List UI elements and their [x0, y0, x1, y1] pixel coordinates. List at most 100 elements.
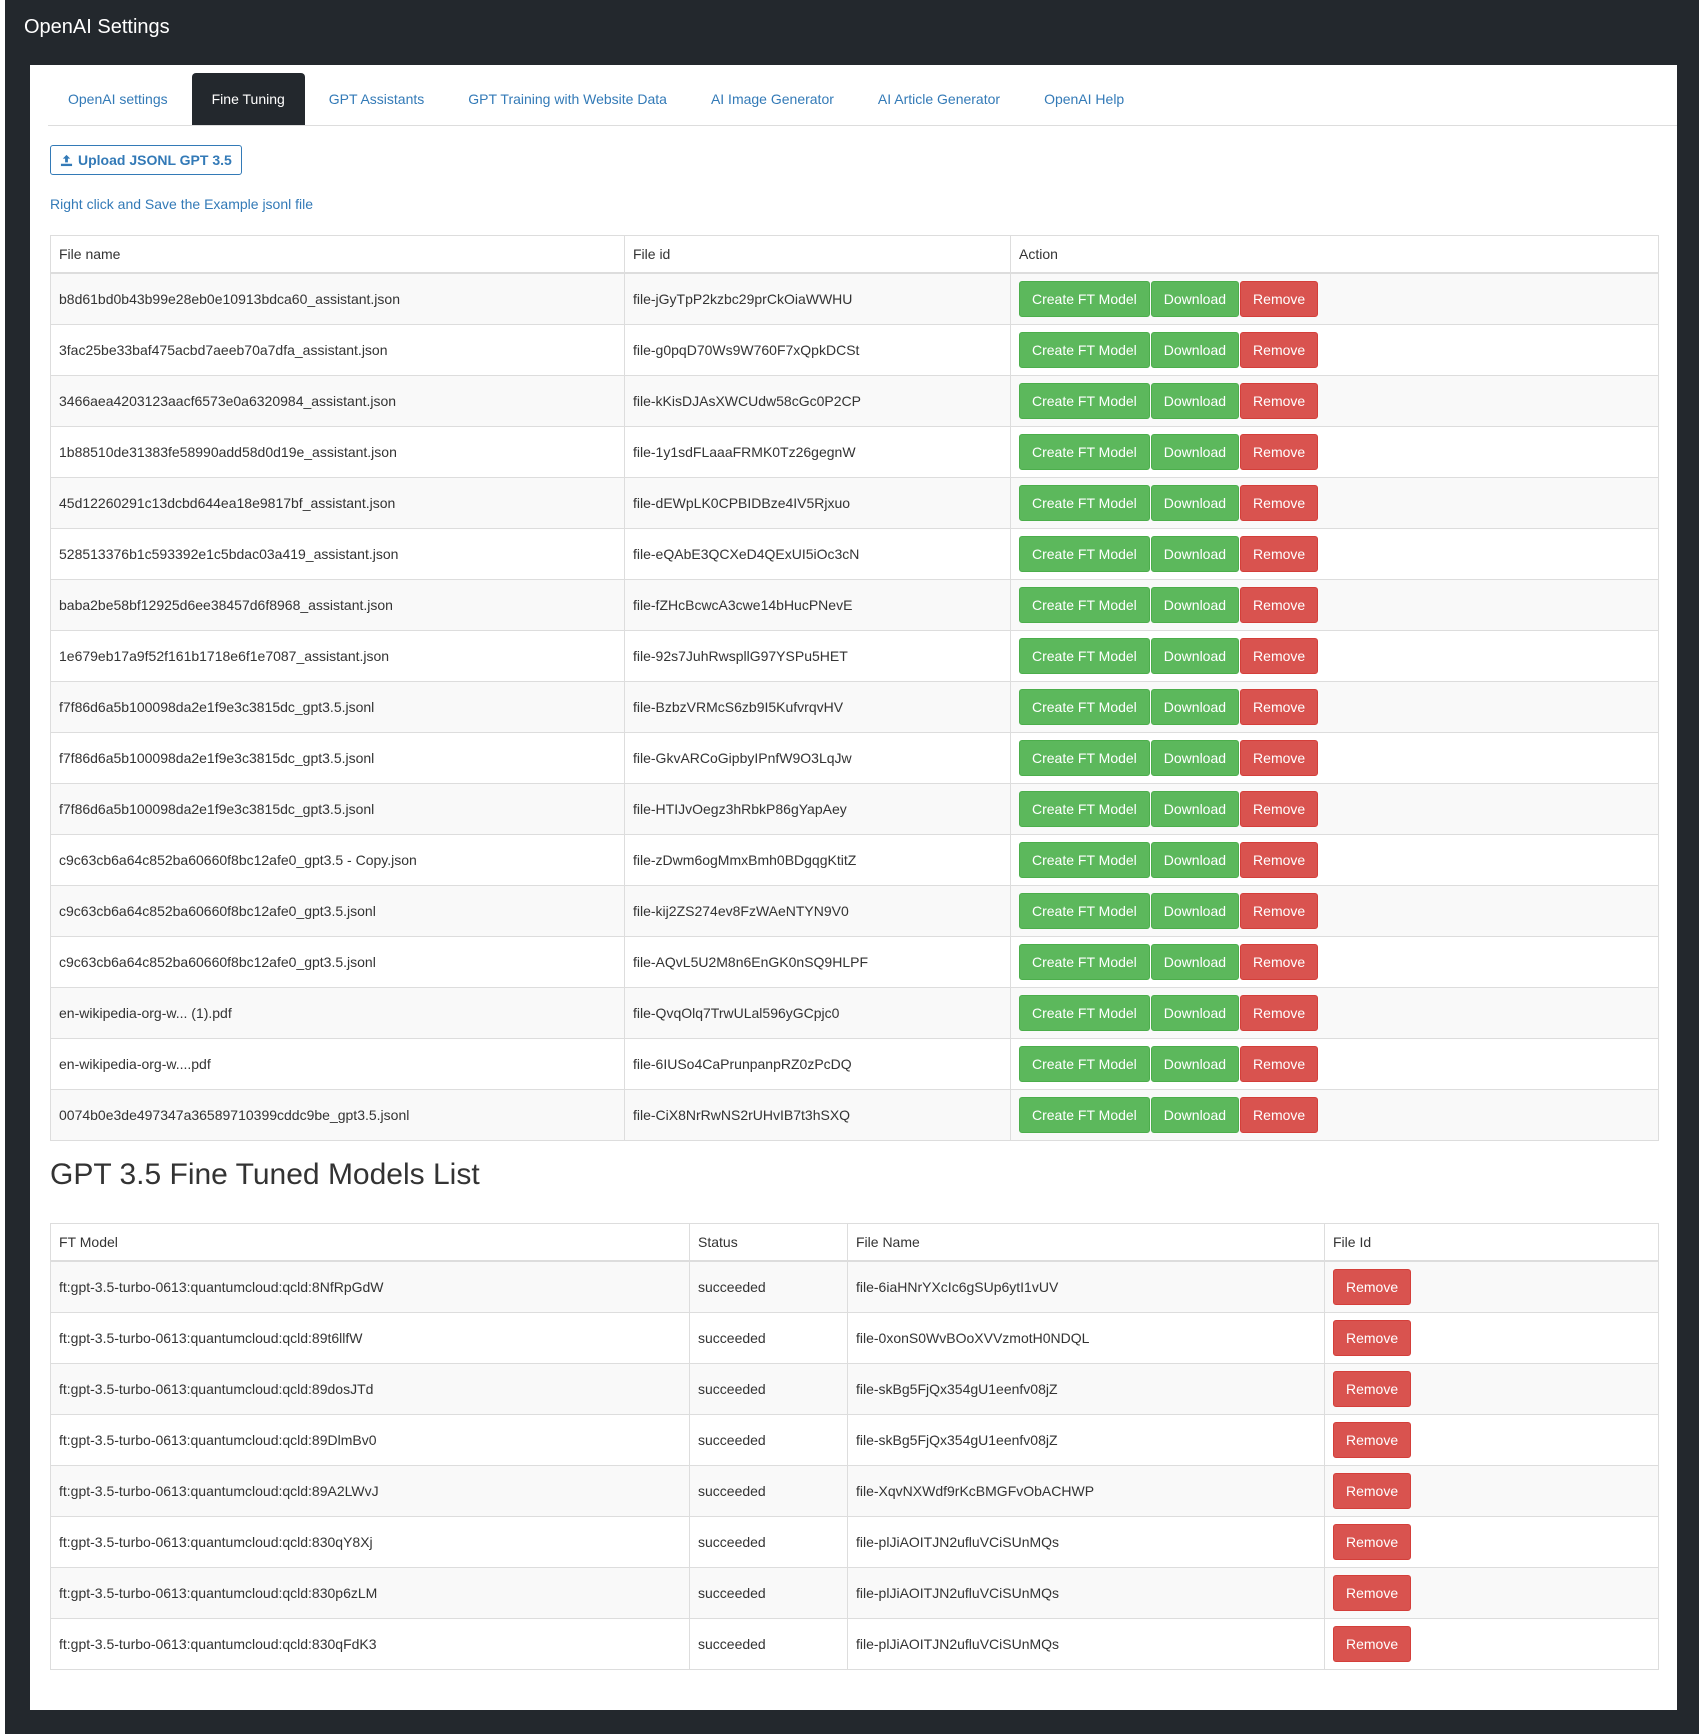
remove-button[interactable]: Remove — [1240, 434, 1319, 470]
remove-button[interactable]: Remove — [1240, 893, 1319, 929]
download-button[interactable]: Download — [1150, 689, 1240, 725]
download-button[interactable]: Download — [1150, 332, 1240, 368]
file-name-cell: file-XqvNXWdf9rKcBMGFvObACHWP — [847, 1465, 1325, 1517]
remove-model-button[interactable]: Remove — [1333, 1320, 1412, 1356]
remove-model-button[interactable]: Remove — [1333, 1626, 1412, 1662]
remove-button[interactable]: Remove — [1240, 689, 1319, 725]
remove-button[interactable]: Remove — [1240, 587, 1319, 623]
remove-button[interactable]: Remove — [1240, 740, 1319, 776]
file-row: 1e679eb17a9f52f161b1718e6f1e7087_assista… — [50, 630, 1659, 682]
column-header-ft-model: FT Model — [50, 1223, 690, 1262]
create-ft-model-button[interactable]: Create FT Model — [1019, 332, 1150, 368]
create-ft-model-button[interactable]: Create FT Model — [1019, 893, 1150, 929]
file-id-cell: Remove — [1324, 1414, 1659, 1466]
settings-panel: OpenAI settings Fine Tuning GPT Assistants… — [30, 65, 1677, 1710]
download-button[interactable]: Download — [1150, 536, 1240, 572]
tab-ai-image-generator[interactable]: AI Image Generator — [691, 73, 854, 125]
create-ft-model-button[interactable]: Create FT Model — [1019, 791, 1150, 827]
file-name-cell: baba2be58bf12925d6ee38457d6f8968_assista… — [50, 579, 625, 631]
remove-button[interactable]: Remove — [1240, 791, 1319, 827]
remove-model-button[interactable]: Remove — [1333, 1422, 1412, 1458]
download-button[interactable]: Download — [1150, 281, 1240, 317]
download-button[interactable]: Download — [1150, 791, 1240, 827]
app-frame: OpenAI Settings OpenAI settings Fine Tuni… — [5, 0, 1699, 1734]
download-button[interactable]: Download — [1150, 1046, 1240, 1082]
file-name-cell: file-0xonS0WvBOoXVVzmotH0NDQL — [847, 1312, 1325, 1364]
create-ft-model-button[interactable]: Create FT Model — [1019, 944, 1150, 980]
remove-button[interactable]: Remove — [1240, 485, 1319, 521]
remove-model-button[interactable]: Remove — [1333, 1371, 1412, 1407]
file-id-cell: file-BzbzVRMcS6zb9I5KufvrqvHV — [624, 681, 1011, 733]
remove-button[interactable]: Remove — [1240, 383, 1319, 419]
file-row: f7f86d6a5b100098da2e1f9e3c3815dc_gpt3.5.… — [50, 681, 1659, 733]
status-cell: succeeded — [689, 1567, 848, 1619]
create-ft-model-button[interactable]: Create FT Model — [1019, 1046, 1150, 1082]
file-name-cell: f7f86d6a5b100098da2e1f9e3c3815dc_gpt3.5.… — [50, 783, 625, 835]
download-button[interactable]: Download — [1150, 638, 1240, 674]
tab-gpt-assistants[interactable]: GPT Assistants — [309, 73, 444, 125]
ft-model-cell: ft:gpt-3.5-turbo-0613:quantumcloud:qcld:… — [50, 1618, 690, 1670]
file-id-cell: Remove — [1324, 1363, 1659, 1415]
file-row: en-wikipedia-org-w....pdf file-6IUSo4CaPr… — [50, 1038, 1659, 1090]
create-ft-model-button[interactable]: Create FT Model — [1019, 536, 1150, 572]
remove-model-button[interactable]: Remove — [1333, 1524, 1412, 1560]
action-cell: Create FT Model Download Remove — [1010, 1038, 1659, 1090]
create-ft-model-button[interactable]: Create FT Model — [1019, 689, 1150, 725]
create-ft-model-button[interactable]: Create FT Model — [1019, 995, 1150, 1031]
file-id-cell: Remove — [1324, 1567, 1659, 1619]
file-name-cell: c9c63cb6a64c852ba60660f8bc12afe0_gpt3.5 … — [50, 834, 625, 886]
action-cell: Create FT Model Download Remove — [1010, 681, 1659, 733]
tab-openai-settings[interactable]: OpenAI settings — [48, 73, 188, 125]
column-header-action: Action — [1010, 235, 1659, 274]
download-button[interactable]: Download — [1150, 485, 1240, 521]
remove-button[interactable]: Remove — [1240, 281, 1319, 317]
create-ft-model-button[interactable]: Create FT Model — [1019, 842, 1150, 878]
ft-model-cell: ft:gpt-3.5-turbo-0613:quantumcloud:qcld:… — [50, 1567, 690, 1619]
remove-button[interactable]: Remove — [1240, 1046, 1319, 1082]
create-ft-model-button[interactable]: Create FT Model — [1019, 434, 1150, 470]
create-ft-model-button[interactable]: Create FT Model — [1019, 485, 1150, 521]
remove-model-button[interactable]: Remove — [1333, 1473, 1412, 1509]
tab-openai-help[interactable]: OpenAI Help — [1024, 73, 1144, 125]
upload-jsonl-button[interactable]: Upload JSONL GPT 3.5 — [50, 145, 242, 175]
file-row: 3fac25be33baf475acbd7aeeb70a7dfa_assista… — [50, 324, 1659, 376]
download-button[interactable]: Download — [1150, 893, 1240, 929]
remove-button[interactable]: Remove — [1240, 1097, 1319, 1133]
file-name-cell: c9c63cb6a64c852ba60660f8bc12afe0_gpt3.5.… — [50, 936, 625, 988]
model-row: ft:gpt-3.5-turbo-0613:quantumcloud:qcld:… — [50, 1618, 1659, 1670]
download-button[interactable]: Download — [1150, 944, 1240, 980]
remove-button[interactable]: Remove — [1240, 995, 1319, 1031]
remove-model-button[interactable]: Remove — [1333, 1269, 1412, 1305]
file-row: c9c63cb6a64c852ba60660f8bc12afe0_gpt3.5 … — [50, 834, 1659, 886]
create-ft-model-button[interactable]: Create FT Model — [1019, 740, 1150, 776]
tab-gpt-training-with-website-data[interactable]: GPT Training with Website Data — [448, 73, 687, 125]
example-jsonl-link[interactable]: Right click and Save the Example jsonl f… — [50, 196, 313, 212]
remove-button[interactable]: Remove — [1240, 944, 1319, 980]
create-ft-model-button[interactable]: Create FT Model — [1019, 383, 1150, 419]
download-button[interactable]: Download — [1150, 842, 1240, 878]
download-button[interactable]: Download — [1150, 434, 1240, 470]
download-button[interactable]: Download — [1150, 995, 1240, 1031]
models-table-header-row: FT Model Status File Name File Id — [50, 1223, 1659, 1262]
download-button[interactable]: Download — [1150, 587, 1240, 623]
remove-button[interactable]: Remove — [1240, 536, 1319, 572]
download-button[interactable]: Download — [1150, 740, 1240, 776]
remove-model-button[interactable]: Remove — [1333, 1575, 1412, 1611]
create-ft-model-button[interactable]: Create FT Model — [1019, 1097, 1150, 1133]
remove-button[interactable]: Remove — [1240, 842, 1319, 878]
file-id-cell: Remove — [1324, 1260, 1659, 1313]
tab-ai-article-generator[interactable]: AI Article Generator — [858, 73, 1020, 125]
status-cell: succeeded — [689, 1260, 848, 1313]
file-row: 528513376b1c593392e1c5bdac03a419_assista… — [50, 528, 1659, 580]
download-button[interactable]: Download — [1150, 383, 1240, 419]
action-cell: Create FT Model Download Remove — [1010, 426, 1659, 478]
remove-button[interactable]: Remove — [1240, 638, 1319, 674]
remove-button[interactable]: Remove — [1240, 332, 1319, 368]
create-ft-model-button[interactable]: Create FT Model — [1019, 281, 1150, 317]
tab-fine-tuning[interactable]: Fine Tuning — [191, 73, 305, 125]
create-ft-model-button[interactable]: Create FT Model — [1019, 638, 1150, 674]
download-button[interactable]: Download — [1150, 1097, 1240, 1133]
file-name-cell: 0074b0e3de497347a36589710399cddc9be_gpt3… — [50, 1089, 625, 1141]
create-ft-model-button[interactable]: Create FT Model — [1019, 587, 1150, 623]
file-name-cell: 45d12260291c13dcbd644ea18e9817bf_assista… — [50, 477, 625, 529]
